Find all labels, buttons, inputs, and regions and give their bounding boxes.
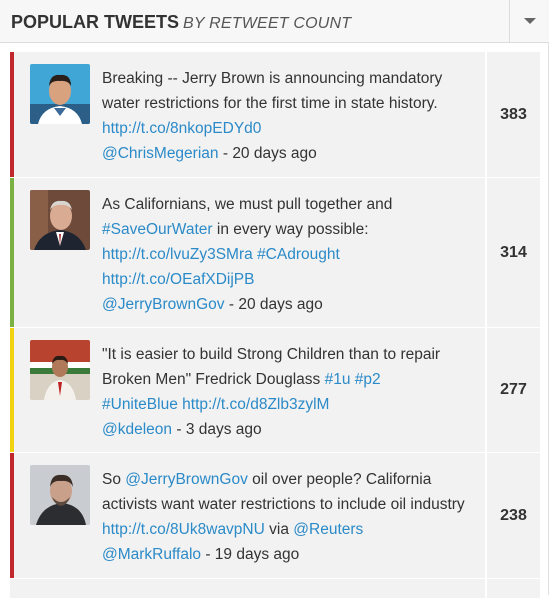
mention[interactable]: @JerryBrownGov	[125, 471, 248, 488]
tweet-via: via	[269, 521, 289, 538]
retweet-count-empty	[487, 579, 540, 598]
tweet-link[interactable]: http://t.co/OEafXDijPB	[102, 271, 254, 288]
tweet-row[interactable]: Breaking -- Jerry Brown is announcing ma…	[10, 52, 540, 178]
retweet-count: 383	[500, 105, 527, 123]
tweet-author-handle[interactable]: @ChrisMegerian	[102, 145, 219, 162]
avatar[interactable]	[30, 64, 90, 124]
tweet-text: As Californians, we must pull together a…	[102, 196, 393, 313]
tweet-body: As Californians, we must pull together a…	[102, 196, 393, 213]
dropdown-menu-button[interactable]	[509, 0, 549, 42]
hashtag[interactable]: #CAdrought	[257, 246, 340, 263]
tweet-row[interactable]: "It is easier to build Strong Children t…	[10, 328, 540, 453]
title-main: POPULAR TWEETS	[11, 12, 180, 32]
widget-header: POPULAR TWEETS BY RETWEET COUNT	[0, 0, 549, 43]
tweet-list: Breaking -- Jerry Brown is announcing ma…	[10, 52, 540, 599]
tweet-content: So @JerryBrownGov oil over people? Calif…	[14, 453, 487, 578]
tweet-time: 19 days ago	[214, 546, 300, 563]
tweet-row[interactable]: As Californians, we must pull together a…	[10, 178, 540, 328]
tweet-time: 3 days ago	[185, 421, 262, 438]
widget-title: POPULAR TWEETS BY RETWEET COUNT	[11, 12, 351, 34]
hashtag[interactable]: #SaveOurWater	[102, 221, 213, 238]
tweet-author-handle[interactable]: @MarkRuffalo	[102, 546, 201, 563]
tweet-content: As Californians, we must pull together a…	[14, 178, 487, 327]
tweet-text: Breaking -- Jerry Brown is announcing ma…	[102, 70, 443, 162]
hashtag[interactable]: #p2	[355, 371, 381, 388]
avatar[interactable]	[30, 340, 90, 400]
title-subtitle: BY RETWEET COUNT	[183, 15, 352, 32]
chevron-down-icon	[523, 18, 536, 24]
tweet-body: So	[102, 471, 121, 488]
hashtag[interactable]: #UniteBlue	[102, 396, 178, 413]
tweet-content: "It is easier to build Strong Children t…	[14, 328, 487, 452]
tweet-row-partial[interactable]	[10, 579, 540, 599]
mention[interactable]: @Reuters	[293, 521, 363, 538]
tweet-link[interactable]: http://t.co/lvuZy3SMra	[102, 246, 253, 263]
tweet-time: 20 days ago	[238, 296, 323, 313]
avatar[interactable]	[30, 190, 90, 250]
tweet-time: 20 days ago	[232, 145, 317, 162]
tweet-text: "It is easier to build Strong Children t…	[102, 346, 441, 438]
retweet-count: 314	[500, 243, 527, 261]
tweet-content	[14, 579, 487, 598]
retweet-count: 238	[500, 506, 527, 524]
retweet-count: 277	[500, 381, 527, 398]
tweet-body-cont: in every way possible:	[216, 221, 369, 238]
tweet-content: Breaking -- Jerry Brown is announcing ma…	[14, 52, 487, 177]
tweet-author-handle[interactable]: @JerryBrownGov	[102, 296, 225, 313]
tweet-link[interactable]: http://t.co/d8Zlb3zylM	[182, 396, 329, 413]
avatar[interactable]	[30, 465, 90, 525]
tweet-body: Breaking -- Jerry Brown is announcing ma…	[102, 70, 443, 112]
tweet-body: "It is easier to build Strong Children t…	[102, 346, 441, 388]
tweet-link[interactable]: http://t.co/8Uk8wavpNU	[102, 521, 265, 538]
tweet-text: So @JerryBrownGov oil over people? Calif…	[102, 471, 465, 563]
hashtag[interactable]: #1u	[325, 371, 351, 388]
tweet-row[interactable]: So @JerryBrownGov oil over people? Calif…	[10, 453, 540, 579]
tweet-author-handle[interactable]: @kdeleon	[102, 421, 172, 438]
tweet-link[interactable]: http://t.co/8nkopEDYd0	[102, 120, 261, 137]
